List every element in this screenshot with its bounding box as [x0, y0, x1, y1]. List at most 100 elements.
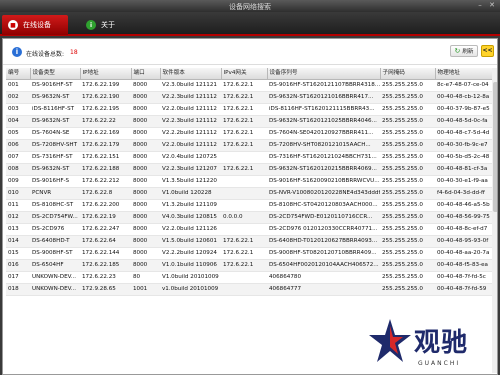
column-header[interactable]: 物理地址	[435, 68, 494, 80]
refresh-button[interactable]: ↻ 刷新	[450, 45, 478, 57]
refresh-icon: ↻	[454, 46, 461, 55]
column-header[interactable]: 设备类型	[30, 68, 81, 80]
table-row[interactable]: 015 DS-9008HF-ST 172.6.22.144 8000 V2.2.2bui…	[6, 247, 497, 260]
table-cell: 8000	[131, 211, 160, 224]
table-cell: DS-9632N-ST1620121025BBRR4046...	[267, 115, 380, 128]
table-cell: 172.6.22.8	[80, 187, 131, 200]
table-row[interactable]: 010 PCNVR 172.6.22.8 8000 V1.0build 120228 DS…	[6, 187, 497, 200]
table-cell: 8000	[131, 151, 160, 164]
table-cell: 011	[6, 199, 30, 212]
table-cell: 00-40-48-81-cf-3a	[435, 163, 493, 176]
tab-label: 在线设备	[23, 21, 51, 29]
table-cell: 172.6.22.1	[221, 127, 267, 140]
tab-label: 关于	[101, 21, 115, 29]
tab-about[interactable]: i 关于	[80, 15, 146, 35]
table-cell: 001	[6, 79, 30, 92]
table-row[interactable]: 004 DS-9632N-ST 172.6.22.22 8000 V2.2.3build…	[6, 115, 497, 128]
table-cell: DS-NVR-V1008020120228NE4d343dddff	[267, 187, 380, 200]
table-cell: DS-2CD976 0120120330CCRR40771...	[267, 223, 380, 236]
table-row[interactable]: 017 UNKOWN-DEV... 172.6.22.23 80 V1.0build 2…	[6, 271, 497, 284]
table-cell: 0.0.0.0	[221, 211, 267, 224]
table-cell: DS-9008HF-ST	[30, 247, 80, 260]
close-icon[interactable]: ✕	[486, 1, 498, 10]
table-cell: 172.6.22.22	[80, 115, 131, 128]
table-row[interactable]: 014 DS-6408HD-T 172.6.22.64 8000 V1.5.0build…	[6, 235, 497, 248]
table-cell: 8000	[131, 163, 160, 176]
column-header[interactable]: 设备序列号	[267, 68, 381, 80]
table-row[interactable]: 016 DS-6504HF 172.6.22.185 8000 V1.0.1build …	[6, 259, 497, 272]
info-icon: i	[86, 20, 96, 30]
table-cell: V1.3.2build 121109	[160, 199, 221, 212]
table-cell: 172.6.22.1	[221, 163, 267, 176]
table-row[interactable]: 006 DS-7208HV-SHT 172.6.22.179 8000 V2.2.0bu…	[6, 139, 497, 152]
info-icon: i	[12, 47, 22, 57]
table-cell: 172.6.22.144	[80, 247, 131, 260]
table-cell	[221, 151, 267, 164]
table-cell: 172.6.22.212	[80, 175, 131, 188]
table-cell: 8000	[131, 79, 160, 92]
star-logo-icon	[369, 319, 411, 362]
table-cell: UNKOWN-DEV...	[30, 283, 80, 296]
table-row[interactable]: 013 DS-2CD976 172.6.22.247 8000 V2.2.0build …	[6, 223, 497, 236]
table-cell: 017	[6, 271, 30, 284]
table-cell: 255.255.255.0	[380, 187, 435, 200]
column-header[interactable]: IP地址	[80, 68, 132, 80]
table-row[interactable]: 001 DS-9016HF-ST 172.6.22.199 8000 V2.3.0bui…	[6, 79, 497, 92]
table-cell: 172.6.22.151	[80, 151, 131, 164]
column-header[interactable]: IPv4网关	[221, 68, 268, 80]
table-cell: DS-9632N-ST	[30, 163, 80, 176]
table-row[interactable]: 003 iDS-8116HF-ST 172.6.22.195 8000 V2.2.0bu…	[6, 103, 497, 116]
collapse-button[interactable]: <<	[481, 45, 494, 57]
table-cell: 172.6.22.200	[80, 199, 131, 212]
table-cell: 406864780	[267, 271, 380, 284]
table-row[interactable]: 002 DS-9632N-ST 172.6.22.190 8000 V2.2.3buil…	[6, 91, 497, 104]
table-row[interactable]: 012 DS-2CD754FW... 172.6.22.19 8000 V4.0.3bu…	[6, 211, 497, 224]
table-cell: 255.255.255.0	[380, 175, 435, 188]
table-cell: 255.255.255.0	[380, 223, 435, 236]
table-row[interactable]: 007 DS-7316HF-ST 172.6.22.151 8000 V2.0.4bui…	[6, 151, 497, 164]
table-cell: 00-40-37-9b-87-e5	[435, 103, 493, 116]
table-row[interactable]: 011 DS-8108HC-ST 172.6.22.200 8000 V1.3.2bui…	[6, 199, 497, 212]
table-cell: 012	[6, 211, 30, 224]
table-cell: DS-6408HD-T	[30, 235, 80, 248]
table-cell: iDS-8116HF-ST	[30, 103, 80, 116]
table-row[interactable]: 005 DS-7604N-SE 172.6.22.169 8000 V2.2.2buil…	[6, 127, 497, 140]
table-cell: DS-9016HF-S	[30, 175, 80, 188]
table-cell: 005	[6, 127, 30, 140]
table-cell: 00-40-48-cb-12-8a	[435, 91, 493, 104]
table-cell: DS-7208HV-SHT	[30, 139, 80, 152]
tab-online-devices[interactable]: ■ 在线设备	[2, 15, 68, 35]
table-cell: v1.0build 20101009	[160, 283, 221, 296]
scrollbar-thumb[interactable]	[493, 82, 497, 212]
table-cell: 00-40-48-7f-fd-59	[435, 283, 493, 296]
column-header[interactable]: 端口	[131, 68, 161, 80]
table-cell: V2.3.0build 121121	[160, 79, 221, 92]
table-cell: V2.2.0build 121112	[160, 103, 221, 116]
table-cell: 172.6.22.1	[221, 79, 267, 92]
table-cell: 172.6.22.1	[221, 115, 267, 128]
table-cell: 172.6.22.190	[80, 91, 131, 104]
column-header[interactable]: 软件版本	[160, 68, 222, 80]
table-cell: V1.3.5build 121220	[160, 175, 221, 188]
table-cell: 255.255.255.0	[380, 151, 435, 164]
vertical-scrollbar[interactable]	[492, 68, 497, 373]
table-cell: DS-6504HF	[30, 259, 80, 272]
table-cell: DS-9008HF-ST0820120710BBRR409...	[267, 247, 380, 260]
table-cell: 255.255.255.0	[380, 199, 435, 212]
table-row[interactable]: 009 DS-9016HF-S 172.6.22.212 8000 V1.3.5buil…	[6, 175, 497, 188]
table-cell: 172.6.22.1	[221, 259, 267, 272]
table-cell: V2.2.0build 121126	[160, 223, 221, 236]
table-cell: 172.6.22.195	[80, 103, 131, 116]
table-cell: 255.255.255.0	[380, 115, 435, 128]
column-header[interactable]: 子网掩码	[380, 68, 436, 80]
window-titlebar: 设备网络搜索 – ✕	[0, 0, 500, 12]
table-cell: DS-9016HF-ST	[30, 79, 80, 92]
minimize-icon[interactable]: –	[474, 1, 486, 10]
table-cell: DS-9016HF-ST1620121107BBRR4318...	[267, 79, 380, 92]
table-cell: V2.2.3build 121207	[160, 163, 221, 176]
column-header[interactable]: 编号	[6, 68, 31, 80]
table-cell: V2.2.2build 121112	[160, 127, 221, 140]
table-row[interactable]: 008 DS-9632N-ST 172.6.22.188 8000 V2.2.3buil…	[6, 163, 497, 176]
table-cell: 8000	[131, 235, 160, 248]
table-row[interactable]: 018 UNKOWN-DEV... 172.9.28.65 1001 v1.0build…	[6, 283, 497, 296]
